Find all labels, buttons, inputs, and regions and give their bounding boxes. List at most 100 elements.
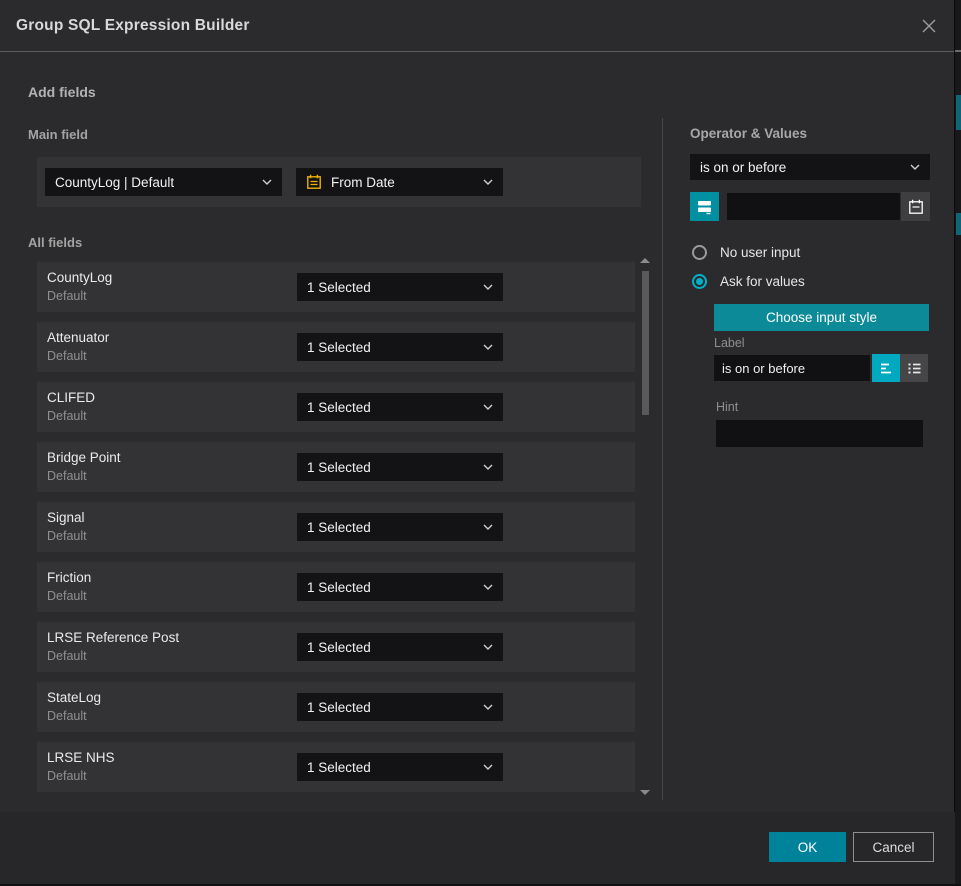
layer-dropdown-value: CountyLog | Default (55, 175, 256, 190)
label-caption: Label (714, 336, 745, 350)
field-selection-value: 1 Selected (307, 640, 477, 655)
field-name: LRSE Reference Post (47, 630, 179, 645)
radio-icon (692, 245, 707, 260)
field-name: Friction (47, 570, 91, 585)
radio-ask-for-values[interactable]: Ask for values (692, 274, 805, 289)
field-subtitle: Default (47, 769, 87, 783)
dialog-footer: OK Cancel (0, 812, 955, 884)
radio-label: No user input (720, 245, 800, 260)
main-field-box: CountyLog | Default From Date (37, 157, 641, 207)
field-selection-dropdown[interactable]: 1 Selected (297, 273, 503, 301)
scrollbar-thumb[interactable] (642, 271, 649, 415)
chevron-down-icon (483, 584, 493, 590)
field-subtitle: Default (47, 469, 87, 483)
chevron-down-icon (483, 404, 493, 410)
operator-dropdown[interactable]: is on or before (690, 154, 930, 180)
field-name: CLIFED (47, 390, 95, 405)
operator-dropdown-value: is on or before (700, 160, 904, 175)
field-selection-dropdown[interactable]: 1 Selected (297, 573, 503, 601)
background-teal-fragment (956, 95, 961, 130)
field-row-lrse-reference-post: LRSE Reference Post Default 1 Selected (37, 622, 635, 672)
field-row-countylog: CountyLog Default 1 Selected (37, 262, 635, 312)
field-selection-value: 1 Selected (307, 520, 477, 535)
field-subtitle: Default (47, 529, 87, 543)
field-selection-dropdown[interactable]: 1 Selected (297, 393, 503, 421)
list-style-icon[interactable] (900, 354, 928, 382)
main-field-dropdown-value: From Date (331, 175, 477, 190)
background-divider-fragment (955, 50, 961, 52)
field-selection-value: 1 Selected (307, 760, 477, 775)
chevron-down-icon (483, 764, 493, 770)
screen: Group SQL Expression Builder Add fields … (0, 0, 961, 886)
dialog-title: Group SQL Expression Builder (16, 0, 250, 52)
scrollbar-up-arrow[interactable] (640, 258, 650, 263)
operator-values-heading: Operator & Values (690, 126, 807, 141)
scrollbar-down-arrow[interactable] (640, 790, 650, 795)
chevron-down-icon (262, 179, 272, 185)
field-selection-value: 1 Selected (307, 280, 477, 295)
cancel-button[interactable]: Cancel (853, 832, 934, 862)
field-name: StateLog (47, 690, 101, 705)
field-selection-value: 1 Selected (307, 460, 477, 475)
chevron-down-icon (483, 179, 493, 185)
background-page-sliver (955, 0, 961, 886)
close-icon[interactable] (916, 13, 942, 39)
hint-caption: Hint (716, 400, 738, 414)
radio-label: Ask for values (720, 274, 805, 289)
field-selection-dropdown[interactable]: 1 Selected (297, 693, 503, 721)
date-value-input[interactable] (727, 193, 900, 220)
hint-input[interactable] (716, 420, 923, 447)
chevron-down-icon (483, 344, 493, 350)
chevron-down-icon (483, 524, 493, 530)
ok-button[interactable]: OK (769, 832, 846, 862)
main-field-label: Main field (28, 127, 88, 142)
field-name: CountyLog (47, 270, 112, 285)
field-subtitle: Default (47, 349, 87, 363)
field-selection-value: 1 Selected (307, 400, 477, 415)
field-row-bridge-point: Bridge Point Default 1 Selected (37, 442, 635, 492)
field-selection-dropdown[interactable]: 1 Selected (297, 513, 503, 541)
value-source-toggle-button[interactable] (690, 192, 719, 221)
field-selection-dropdown[interactable]: 1 Selected (297, 633, 503, 661)
add-fields-heading: Add fields (28, 84, 96, 100)
chevron-down-icon (483, 704, 493, 710)
field-name: Bridge Point (47, 450, 121, 465)
radio-selected-icon (692, 274, 707, 289)
field-name: LRSE NHS (47, 750, 115, 765)
field-selection-dropdown[interactable]: 1 Selected (297, 753, 503, 781)
panel-divider (662, 118, 663, 800)
date-picker-icon[interactable] (901, 192, 930, 221)
choose-input-style-button[interactable]: Choose input style (714, 304, 929, 331)
layer-dropdown[interactable]: CountyLog | Default (45, 168, 282, 196)
field-subtitle: Default (47, 709, 87, 723)
field-subtitle: Default (47, 649, 87, 663)
main-field-dropdown[interactable]: From Date (296, 168, 503, 196)
field-row-friction: Friction Default 1 Selected (37, 562, 635, 612)
field-subtitle: Default (47, 289, 87, 303)
field-row-statelog: StateLog Default 1 Selected (37, 682, 635, 732)
field-selection-dropdown[interactable]: 1 Selected (297, 333, 503, 361)
field-name: Signal (47, 510, 85, 525)
chevron-down-icon (910, 164, 920, 170)
field-row-attenuator: Attenuator Default 1 Selected (37, 322, 635, 372)
field-selection-value: 1 Selected (307, 580, 477, 595)
label-input[interactable] (714, 355, 870, 381)
calendar-icon (306, 174, 322, 190)
field-subtitle: Default (47, 589, 87, 603)
field-row-lrse-nhs: LRSE NHS Default 1 Selected (37, 742, 635, 792)
group-sql-expression-builder-dialog: Group SQL Expression Builder Add fields … (0, 0, 955, 884)
background-teal-fragment (956, 213, 961, 235)
radio-no-user-input[interactable]: No user input (692, 245, 800, 260)
field-selection-value: 1 Selected (307, 700, 477, 715)
dialog-titlebar: Group SQL Expression Builder (0, 0, 954, 52)
field-subtitle: Default (47, 409, 87, 423)
field-name: Attenuator (47, 330, 109, 345)
single-line-style-icon[interactable] (872, 354, 900, 382)
field-row-signal: Signal Default 1 Selected (37, 502, 635, 552)
field-selection-dropdown[interactable]: 1 Selected (297, 453, 503, 481)
all-fields-label: All fields (28, 235, 82, 250)
chevron-down-icon (483, 644, 493, 650)
chevron-down-icon (483, 284, 493, 290)
chevron-down-icon (483, 464, 493, 470)
field-selection-value: 1 Selected (307, 340, 477, 355)
